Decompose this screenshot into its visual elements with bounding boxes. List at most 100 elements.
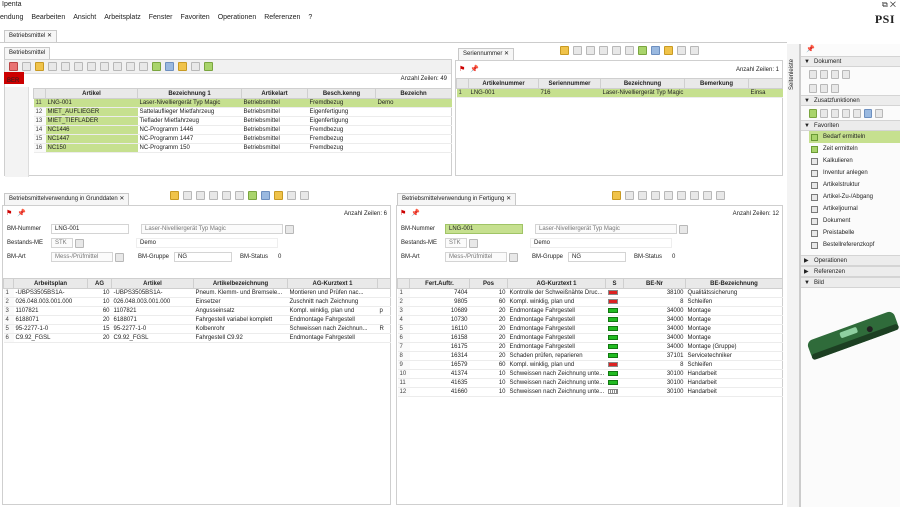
layout-icon[interactable] xyxy=(139,62,148,71)
excel-icon[interactable] xyxy=(690,46,699,55)
flag-icon[interactable] xyxy=(9,62,18,71)
column-header[interactable]: Bezeichn xyxy=(375,88,452,99)
main-tab[interactable]: Betriebsmittel ✕ xyxy=(4,30,58,42)
search-icon[interactable] xyxy=(87,62,96,71)
section-zusatzfunktionen[interactable]: ▼ Zusatzfunktionen xyxy=(801,95,900,106)
grid-icon[interactable] xyxy=(248,191,257,200)
favorite-item[interactable]: Preistabelle xyxy=(801,227,900,239)
lookup-icon[interactable] xyxy=(75,238,84,248)
bezeichnung-field[interactable]: Laser-Nivelliergerät Typ Magic xyxy=(535,224,677,234)
column-header[interactable]: Bezeichnung xyxy=(600,78,685,89)
copy-icon[interactable] xyxy=(61,62,70,71)
column-header[interactable]: AG-Kurztext 1 xyxy=(287,278,378,289)
favorite-item[interactable]: Dokument xyxy=(801,215,900,227)
table-row[interactable]: 6 16158 20 Endmontage Fahrgestell 34000 Monta… xyxy=(397,333,783,343)
list-icon[interactable] xyxy=(842,108,850,118)
table-row[interactable]: 10 41374 10 Schweissen nach Zeichnung unte.… xyxy=(397,369,783,379)
column-header[interactable]: Bezeichnung 1 xyxy=(137,88,242,99)
excel-icon[interactable] xyxy=(716,191,725,200)
doc-icon[interactable] xyxy=(842,69,850,79)
export-icon[interactable] xyxy=(126,62,135,71)
menu-item[interactable]: Fenster xyxy=(149,14,173,21)
doc-icon[interactable] xyxy=(831,108,839,118)
print-icon[interactable] xyxy=(113,62,122,71)
column-header[interactable]: Artikel xyxy=(45,88,138,99)
bestands-field[interactable]: STK xyxy=(51,238,73,248)
tools-icon[interactable] xyxy=(178,62,187,71)
column-header[interactable] xyxy=(33,88,46,99)
settings-icon[interactable] xyxy=(573,46,582,55)
table-row[interactable]: 7 16175 20 Endmontage Fahrgestell 34000 Monta… xyxy=(397,342,783,352)
lookup-icon[interactable] xyxy=(285,224,294,234)
print-icon[interactable] xyxy=(222,191,231,200)
favorite-item[interactable]: Artikelstruktur xyxy=(801,179,900,191)
table-row[interactable]: 12 41660 10 Schweissen nach Zeichnung unte.… xyxy=(397,387,783,397)
menu-item[interactable]: Ansicht xyxy=(73,14,96,21)
column-header[interactable]: S xyxy=(605,278,624,289)
top-left-subtab[interactable]: Betriebsmittel xyxy=(4,47,51,59)
refresh-icon[interactable] xyxy=(35,62,44,71)
menu-item[interactable]: Arbeitsplatz xyxy=(104,14,141,21)
excel-icon[interactable] xyxy=(300,191,309,200)
recycle-icon[interactable] xyxy=(809,108,817,118)
bm-art-field[interactable]: Mess-/Prüfmittel xyxy=(445,252,507,262)
mail-icon[interactable] xyxy=(287,191,296,200)
mail-icon[interactable] xyxy=(703,191,712,200)
pin-icon[interactable]: 📌 xyxy=(801,44,900,56)
prev-icon[interactable] xyxy=(651,191,660,200)
favorite-item[interactable]: Bedarf ermitteln xyxy=(809,131,900,143)
close-icon[interactable]: ✕ xyxy=(504,51,509,57)
column-header[interactable] xyxy=(456,78,469,89)
favorite-item[interactable]: Inventur anlegen xyxy=(801,167,900,179)
favorite-item[interactable]: Bestellreferenzkopf xyxy=(801,239,900,251)
delete-icon[interactable] xyxy=(74,62,83,71)
last-icon[interactable] xyxy=(677,191,686,200)
tools-icon[interactable] xyxy=(274,191,283,200)
bottom-right-subtab[interactable]: Betriebsmittelverwendung in Fertigung ✕ xyxy=(397,193,517,205)
link-icon[interactable] xyxy=(820,83,828,93)
lookup-icon[interactable] xyxy=(679,224,688,234)
refresh-icon[interactable] xyxy=(612,191,621,200)
column-header[interactable]: Artikelart xyxy=(241,88,308,99)
filter-icon[interactable] xyxy=(100,62,109,71)
column-header[interactable] xyxy=(377,278,391,289)
filter-icon[interactable] xyxy=(209,191,218,200)
favorite-item[interactable]: Zeit ermitteln xyxy=(801,143,900,155)
bottom-left-subtab[interactable]: Betriebsmittelverwendung in Grunddaten ✕ xyxy=(4,193,130,205)
next-icon[interactable] xyxy=(664,191,673,200)
wrench-icon[interactable] xyxy=(875,108,883,118)
table-row[interactable]: 6 C9.92_FGSL 20 C9.92_FGSL Fahrgestell C9.92… xyxy=(3,333,391,343)
menu-item[interactable]: Referenzen xyxy=(264,14,300,21)
table-icon[interactable] xyxy=(165,62,174,71)
flag-icon[interactable]: ⚑ xyxy=(400,209,406,217)
table-row[interactable]: 8 16314 20 Schaden prüfen, reparieren 37101 S… xyxy=(397,351,783,361)
column-header[interactable]: Seriennummer xyxy=(538,78,601,89)
table-row[interactable]: 3 1107821 60 1107821 Angusseinsatz Kompl. win… xyxy=(3,306,391,316)
first-icon[interactable] xyxy=(638,191,647,200)
table-icon[interactable] xyxy=(651,46,660,55)
window-controls[interactable]: ⧉ ✕ xyxy=(882,0,896,10)
grid-icon[interactable] xyxy=(638,46,647,55)
bestands-field[interactable]: STK xyxy=(445,238,467,248)
column-header[interactable] xyxy=(3,278,14,289)
column-header[interactable] xyxy=(748,78,783,89)
section-referenzen[interactable]: ▶ Referenzen xyxy=(801,266,900,277)
bezeichnung-field[interactable]: Laser-Nivelliergerät Typ Magic xyxy=(141,224,283,234)
search-icon[interactable] xyxy=(196,191,205,200)
chart-icon[interactable] xyxy=(853,108,861,118)
lookup-icon[interactable] xyxy=(115,252,124,262)
pin-icon[interactable]: 📌 xyxy=(411,209,420,217)
settings-icon[interactable] xyxy=(625,191,634,200)
close-icon[interactable]: ✕ xyxy=(119,196,124,202)
scan-icon[interactable] xyxy=(831,83,839,93)
lookup-icon[interactable] xyxy=(509,252,518,262)
bm-nummer-field[interactable]: LNG-001 xyxy=(51,224,129,234)
table-row[interactable]: 13 MIET_TIEFLADER Tieflader Mietfahrzeug Be… xyxy=(33,116,452,126)
calendar-icon[interactable] xyxy=(820,108,828,118)
column-header[interactable]: AG-Kurztext 1 xyxy=(507,278,606,289)
settings-icon[interactable] xyxy=(183,191,192,200)
table-row[interactable]: 12 MIET_AUFLIEGER Sattelauflieger Mietfahr… xyxy=(33,107,452,117)
menu-item[interactable]: Favoriten xyxy=(181,14,210,21)
section-favoriten[interactable]: ▼ Favoriten xyxy=(801,120,900,131)
lookup-icon[interactable] xyxy=(469,238,478,248)
